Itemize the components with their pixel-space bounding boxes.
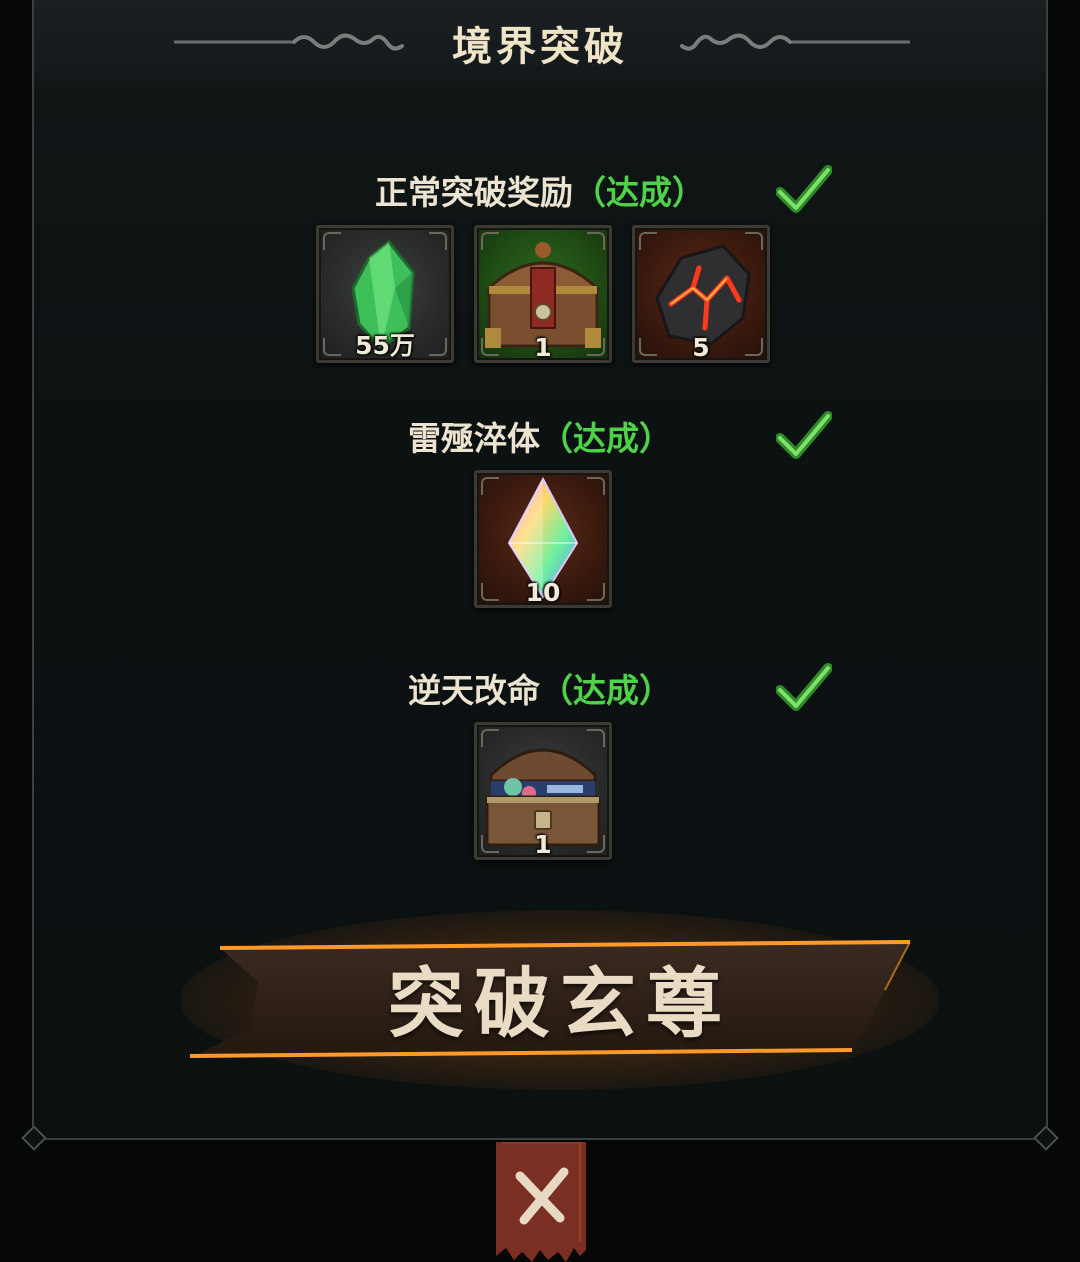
reward-slot-green-crystal[interactable]: 55万 — [316, 225, 454, 363]
achieved-status: （达成） — [540, 671, 672, 710]
section-thunder-title: 雷殛淬体（达成） — [34, 412, 1046, 460]
breakthrough-button-label: 突破玄尊 — [388, 959, 732, 1048]
item-quantity: 1 — [534, 333, 552, 362]
check-icon — [776, 411, 832, 459]
panel-corner-ornament — [21, 1125, 47, 1151]
reward-slot-open-chest[interactable]: 1 — [474, 722, 612, 860]
section-fate-title: 逆天改命（达成） — [34, 664, 1046, 712]
close-button[interactable] — [494, 1142, 588, 1262]
achieved-status: （达成） — [540, 419, 672, 458]
item-quantity: 10 — [525, 578, 561, 607]
check-icon — [776, 165, 832, 213]
close-icon — [515, 1167, 569, 1225]
check-icon — [776, 663, 832, 711]
reward-slot-lava-ore[interactable]: 5 — [632, 225, 770, 363]
achieved-status: （达成） — [573, 173, 705, 212]
reward-slot-treasure-chest[interactable]: 1 — [474, 225, 612, 363]
breakthrough-button[interactable]: 突破玄尊 — [180, 890, 940, 1090]
section-title-text: 正常突破奖励 — [375, 173, 573, 212]
section-title-text: 逆天改命 — [408, 671, 540, 710]
right-ornament — [680, 33, 910, 51]
item-quantity: 55万 — [355, 331, 415, 360]
section-title-text: 雷殛淬体 — [408, 419, 540, 458]
section-normal-reward-title: 正常突破奖励（达成） — [34, 166, 1046, 214]
item-quantity: 1 — [534, 830, 552, 859]
reward-slot-rainbow-crystal[interactable]: 10 — [474, 470, 612, 608]
item-quantity: 5 — [692, 333, 710, 362]
panel-corner-ornament — [1033, 1125, 1059, 1151]
